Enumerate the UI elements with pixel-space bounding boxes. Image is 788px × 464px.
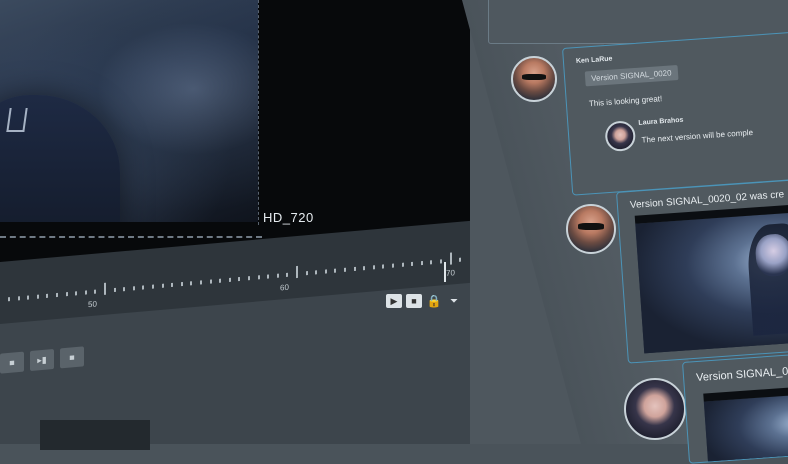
ruler-tick <box>430 260 433 265</box>
ruler-tick <box>161 283 164 288</box>
ruler-tick <box>459 257 462 262</box>
comment-card-3: Version SIGNAL_0 <box>682 352 788 464</box>
ruler-tick <box>190 281 193 286</box>
ruler-tick <box>315 270 318 275</box>
ruler-tick <box>152 284 154 289</box>
ruler-tick <box>382 264 385 269</box>
ruler-tick <box>36 294 39 299</box>
version-chip[interactable]: Version SIGNAL_0020 <box>584 65 679 87</box>
comment-text: Version SIGNAL_0 <box>695 365 788 385</box>
ruler-tick <box>248 276 250 281</box>
ruler-tick <box>440 259 442 264</box>
ruler-tick <box>334 268 337 273</box>
ruler-tick <box>84 290 87 295</box>
ruler-tick <box>200 280 202 285</box>
avatar-glasses <box>522 73 546 80</box>
track-toggle-icon[interactable]: ■ <box>60 346 84 369</box>
set-out-point-icon[interactable]: ⏷ <box>446 294 462 308</box>
ruler-major-tick <box>104 282 106 295</box>
ruler-tick <box>27 295 30 300</box>
comment-text: This is looking great! <box>588 94 663 109</box>
ruler-tick <box>372 265 375 270</box>
version-thumbnail[interactable] <box>703 384 788 464</box>
ruler-tick <box>142 285 145 290</box>
reply-author: Laura Brahos <box>638 116 684 127</box>
ruler-tick <box>363 266 366 271</box>
ruler-tick <box>228 277 231 282</box>
ruler-major-tick <box>296 265 298 279</box>
ruler-tick <box>411 261 414 267</box>
ruler-tick <box>75 291 78 296</box>
transport-controls: ▶ ■ 🔒 ⏷ <box>386 294 462 308</box>
ruler-tick <box>344 267 346 272</box>
playhead[interactable] <box>444 262 446 282</box>
avatar-glasses <box>578 223 604 230</box>
ruler-tick <box>392 263 394 268</box>
ruler-tick <box>94 289 97 294</box>
ruler-tick <box>267 274 270 279</box>
track-tool-icon[interactable]: ■ <box>0 351 24 374</box>
ruler-tick <box>401 262 404 267</box>
avatar-ken-larue-2 <box>566 204 616 254</box>
ruler-major-tick <box>449 252 452 265</box>
avatar-ken-larue <box>511 56 557 102</box>
video-subject-collar <box>6 108 28 132</box>
reply-text: The next version will be comple <box>641 127 754 145</box>
ruler-tick <box>46 293 49 298</box>
ruler-tick <box>238 276 241 282</box>
ruler-tick-label: 70 <box>446 268 455 278</box>
ruler-tick-label: 50 <box>88 299 97 310</box>
ruler-tick <box>8 297 10 302</box>
comment-author: Ken LaRue <box>575 55 613 66</box>
ruler-tick <box>353 266 356 272</box>
lock-icon[interactable]: 🔒 <box>426 294 442 308</box>
ruler-tick <box>324 269 327 274</box>
ruler-tick <box>180 282 183 287</box>
ruler-tick <box>171 282 174 288</box>
ruler-tick <box>17 296 20 301</box>
ruler-tick <box>257 275 260 280</box>
comment-card-1: Ken LaRue Version SIGNAL_0020 This is lo… <box>562 31 788 196</box>
ruler-tick <box>123 287 126 292</box>
play-icon[interactable]: ▶ <box>386 294 402 308</box>
ruler-tick <box>219 278 222 283</box>
ruler-tick-label: 60 <box>280 282 289 293</box>
ruler-tick <box>286 272 289 277</box>
avatar-laura-brahos <box>604 120 637 153</box>
ruler-tick <box>113 287 116 293</box>
bottom-track-strip <box>40 420 150 450</box>
ruler-tick <box>420 261 423 266</box>
ruler-tick <box>209 279 212 284</box>
ruler-tick <box>305 271 308 276</box>
ruler-tick <box>65 292 68 297</box>
frame-guide-right <box>258 0 260 225</box>
format-label: HD_720 <box>263 210 314 225</box>
version-thumbnail[interactable] <box>634 202 788 354</box>
video-frame <box>0 0 258 222</box>
stop-icon[interactable]: ■ <box>406 294 422 308</box>
comment-card-2: Version SIGNAL_0020_02 was cre <box>616 177 788 364</box>
video-viewer: HD_720 <box>0 0 527 262</box>
ruler-tick <box>132 286 135 291</box>
frame-guide-bottom <box>0 236 262 238</box>
avatar-laura-brahos-2 <box>624 378 686 440</box>
ruler-tick <box>56 292 58 298</box>
step-forward-icon[interactable]: ▸▮ <box>30 348 54 372</box>
ruler-tick <box>276 273 279 278</box>
